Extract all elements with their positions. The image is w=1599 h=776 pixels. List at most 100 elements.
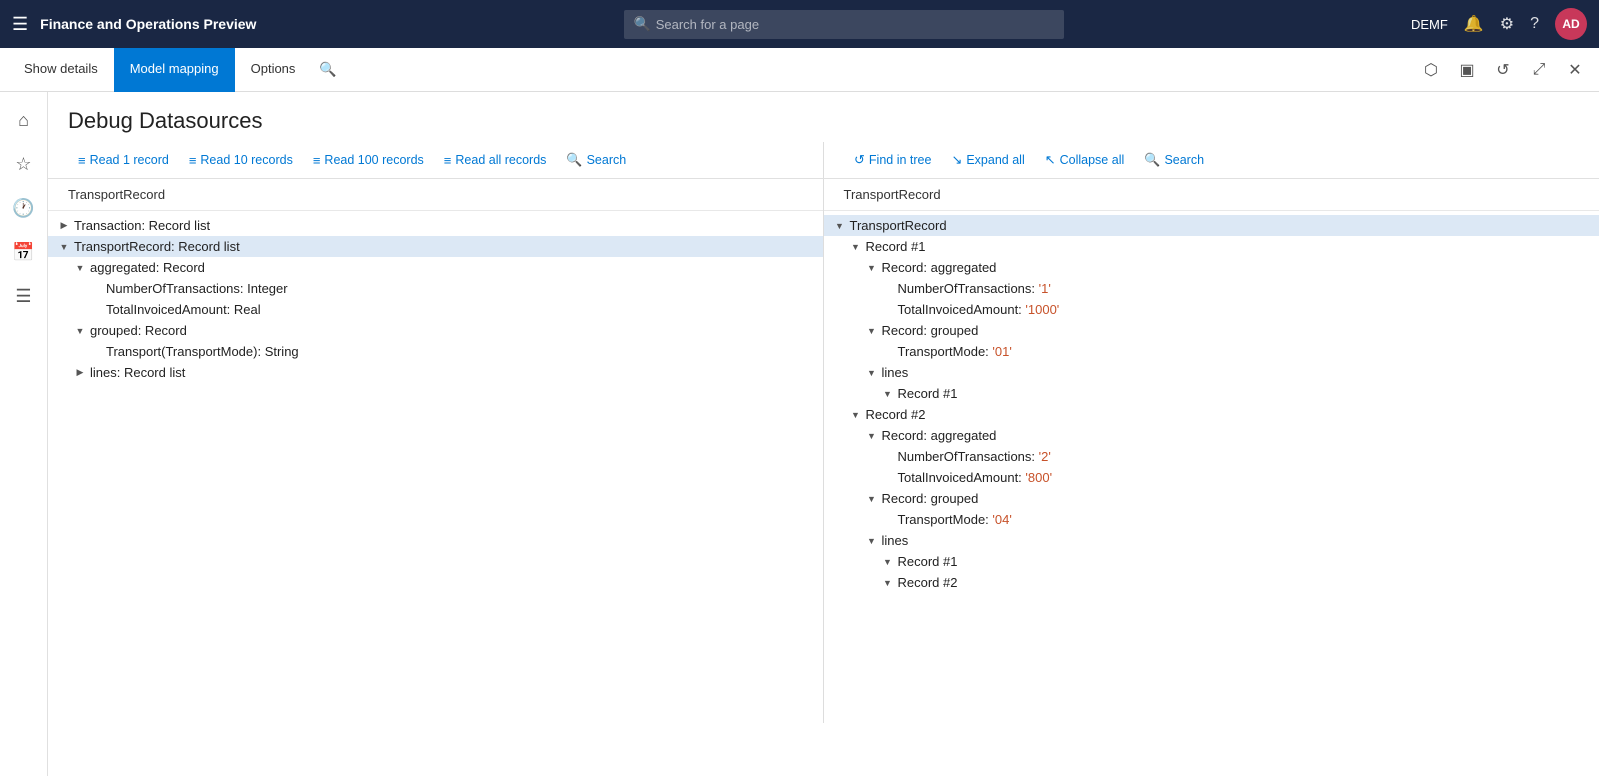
- left-panel-header: TransportRecord: [48, 179, 823, 211]
- expander-icon[interactable]: ▼: [864, 431, 880, 441]
- node-text: grouped: Record: [90, 323, 187, 338]
- right-tree-node[interactable]: NumberOfTransactions: '1': [824, 278, 1599, 299]
- right-tree-node[interactable]: TotalInvoicedAmount: '800': [824, 467, 1599, 488]
- node-text: TotalInvoicedAmount: Real: [106, 302, 261, 317]
- search-left-button[interactable]: 🔍 Search: [556, 146, 636, 174]
- expander-icon[interactable]: ▼: [864, 368, 880, 378]
- sidebar-home-icon[interactable]: ⌂: [4, 100, 44, 140]
- settings-icon[interactable]: ⚙: [1500, 14, 1514, 34]
- toolbar2: Show details Model mapping Options 🔍 ⬡ ▣…: [0, 48, 1599, 92]
- hamburger-icon[interactable]: ☰: [12, 14, 28, 35]
- right-tree-node[interactable]: ▼Record: grouped: [824, 488, 1599, 509]
- right-tree-node[interactable]: ▼lines: [824, 362, 1599, 383]
- search-right-button[interactable]: 🔍 Search: [1134, 146, 1214, 174]
- toolbar2-refresh-icon[interactable]: ↺: [1487, 54, 1519, 86]
- right-tree-node[interactable]: ▼Record #2: [824, 572, 1599, 593]
- right-tree-node[interactable]: NumberOfTransactions: '2': [824, 446, 1599, 467]
- right-tree-node[interactable]: TotalInvoicedAmount: '1000': [824, 299, 1599, 320]
- expander-icon[interactable]: ▼: [832, 221, 848, 231]
- toolbar2-search-icon[interactable]: 🔍: [319, 61, 336, 78]
- top-nav: ☰ Finance and Operations Preview 🔍 DEMF …: [0, 0, 1599, 48]
- expander-icon[interactable]: ▼: [864, 536, 880, 546]
- toolbar2-expand-icon[interactable]: ⤢: [1523, 54, 1555, 86]
- right-tree-node[interactable]: ▼Record #1: [824, 236, 1599, 257]
- find-tree-button[interactable]: ↺ Find in tree: [844, 146, 941, 174]
- expander-icon[interactable]: ▼: [864, 263, 880, 273]
- env-label: DEMF: [1411, 17, 1448, 32]
- left-tree-node[interactable]: TotalInvoicedAmount: Real: [48, 299, 823, 320]
- expander-icon[interactable]: ▶: [56, 220, 72, 231]
- expand-all-button[interactable]: ↘ Expand all: [941, 146, 1034, 174]
- node-text: Record: aggregated: [882, 428, 997, 443]
- right-tree[interactable]: ▼TransportRecord▼Record #1▼Record: aggre…: [824, 211, 1599, 723]
- left-tree-node[interactable]: ▶Transaction: Record list: [48, 215, 823, 236]
- left-tree-node[interactable]: ▼grouped: Record: [48, 320, 823, 341]
- right-tree-node[interactable]: ▼TransportRecord: [824, 215, 1599, 236]
- right-tree-node[interactable]: ▼Record: aggregated: [824, 425, 1599, 446]
- read-1-button[interactable]: ≡ Read 1 record: [68, 147, 179, 174]
- left-tree-node[interactable]: ▼TransportRecord: Record list: [48, 236, 823, 257]
- node-text: lines: Record list: [90, 365, 185, 380]
- read-all-button[interactable]: ≡ Read all records: [434, 147, 557, 174]
- help-icon[interactable]: ?: [1530, 15, 1539, 33]
- node-text: Record #1: [866, 239, 926, 254]
- expander-icon[interactable]: ▼: [72, 263, 88, 273]
- expander-icon[interactable]: ▼: [56, 242, 72, 252]
- tab-options[interactable]: Options: [235, 48, 312, 92]
- right-tree-node[interactable]: ▼Record #2: [824, 404, 1599, 425]
- collapse-all-button[interactable]: ↖ Collapse all: [1035, 146, 1135, 174]
- expander-icon[interactable]: ▼: [864, 326, 880, 336]
- expander-icon[interactable]: ▼: [72, 326, 88, 336]
- left-tree-node[interactable]: Transport(TransportMode): String: [48, 341, 823, 362]
- expander-icon[interactable]: ▼: [880, 557, 896, 567]
- read-10-icon: ≡: [189, 153, 197, 168]
- sidebar-list-icon[interactable]: ☰: [4, 276, 44, 316]
- expander-icon[interactable]: ▼: [864, 494, 880, 504]
- action-bars: ≡ Read 1 record ≡ Read 10 records ≡ Read…: [48, 142, 1599, 179]
- right-tree-node[interactable]: ▼Record: aggregated: [824, 257, 1599, 278]
- main-content: Debug Datasources ≡ Read 1 record ≡ Read…: [48, 92, 1599, 776]
- left-tree-node[interactable]: ▼aggregated: Record: [48, 257, 823, 278]
- avatar[interactable]: AD: [1555, 8, 1587, 40]
- left-tree-node[interactable]: ▶lines: Record list: [48, 362, 823, 383]
- read-100-icon: ≡: [313, 153, 321, 168]
- toolbar2-hex-icon[interactable]: ⬡: [1415, 54, 1447, 86]
- top-nav-right: DEMF 🔔 ⚙ ? AD: [1411, 8, 1587, 40]
- right-panel: TransportRecord ▼TransportRecord▼Record …: [824, 179, 1599, 723]
- node-text: Record: grouped: [882, 491, 979, 506]
- nav-search-icon: 🔍: [634, 16, 651, 33]
- expander-icon[interactable]: ▶: [72, 367, 88, 378]
- node-text: TotalInvoicedAmount: '800': [898, 470, 1053, 485]
- notification-icon[interactable]: 🔔: [1464, 14, 1484, 34]
- read-100-button[interactable]: ≡ Read 100 records: [303, 147, 434, 174]
- right-tree-node[interactable]: ▼Record #1: [824, 383, 1599, 404]
- left-tree-node[interactable]: NumberOfTransactions: Integer: [48, 278, 823, 299]
- right-tree-node[interactable]: ▼Record #1: [824, 551, 1599, 572]
- toolbar2-close-icon[interactable]: ✕: [1559, 54, 1591, 86]
- sidebar-calendar-icon[interactable]: 📅: [4, 232, 44, 272]
- node-text: Transport(TransportMode): String: [106, 344, 299, 359]
- node-text: aggregated: Record: [90, 260, 205, 275]
- tab-model-mapping[interactable]: Model mapping: [114, 48, 235, 92]
- sidebar-star-icon[interactable]: ☆: [4, 144, 44, 184]
- node-text: Record: grouped: [882, 323, 979, 338]
- expander-icon[interactable]: ▼: [880, 389, 896, 399]
- toolbar2-grid-icon[interactable]: ▣: [1451, 54, 1483, 86]
- right-tree-node[interactable]: ▼lines: [824, 530, 1599, 551]
- right-tree-node[interactable]: TransportMode: '04': [824, 509, 1599, 530]
- sidebar-history-icon[interactable]: 🕐: [4, 188, 44, 228]
- read-all-icon: ≡: [444, 153, 452, 168]
- read-10-button[interactable]: ≡ Read 10 records: [179, 147, 303, 174]
- left-tree[interactable]: ▶Transaction: Record list▼TransportRecor…: [48, 211, 823, 723]
- right-tree-node[interactable]: TransportMode: '01': [824, 341, 1599, 362]
- expander-icon[interactable]: ▼: [848, 410, 864, 420]
- right-tree-node[interactable]: ▼Record: grouped: [824, 320, 1599, 341]
- node-text: lines: [882, 365, 909, 380]
- left-action-bar: ≡ Read 1 record ≡ Read 10 records ≡ Read…: [48, 142, 824, 178]
- tab-show-details[interactable]: Show details: [8, 48, 114, 92]
- left-panel: TransportRecord ▶Transaction: Record lis…: [48, 179, 824, 723]
- expander-icon[interactable]: ▼: [848, 242, 864, 252]
- right-panel-header: TransportRecord: [824, 179, 1599, 211]
- nav-search-input[interactable]: [624, 10, 1064, 39]
- expander-icon[interactable]: ▼: [880, 578, 896, 588]
